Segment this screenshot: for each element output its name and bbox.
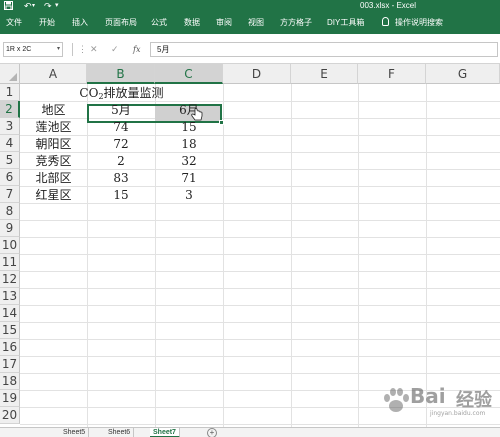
cell-a7[interactable]: 红星区 (20, 187, 87, 204)
column-header-g[interactable]: G (426, 64, 500, 84)
sheet-tab-sheet7[interactable]: Sheet7 (150, 428, 180, 437)
grid-line (20, 237, 500, 238)
row-header-4[interactable]: 4 (0, 135, 20, 152)
grid-line (20, 322, 500, 323)
column-header-a[interactable]: A (20, 64, 87, 84)
column-header-e[interactable]: E (291, 64, 358, 84)
undo-dropdown-icon[interactable]: ▾ (32, 0, 35, 12)
row-header-19[interactable]: 19 (0, 390, 20, 407)
row-header-3[interactable]: 3 (0, 118, 20, 135)
close-icon[interactable]: ✕ (90, 42, 98, 57)
undo-icon[interactable]: ↶ (24, 0, 32, 12)
tab-data[interactable]: 数据 (184, 12, 200, 34)
cell-b7[interactable]: 15 (87, 187, 155, 204)
grid-line (20, 407, 500, 408)
tab-page-layout[interactable]: 页面布局 (105, 12, 137, 34)
column-header-f[interactable]: F (358, 64, 426, 84)
grid-line (20, 220, 500, 221)
grid-line (20, 356, 500, 357)
cell-b6[interactable]: 83 (87, 170, 155, 187)
name-box[interactable]: 1R x 2C ▾ (3, 42, 63, 57)
check-icon[interactable]: ✓ (111, 42, 119, 57)
title-suffix: 排放量监测 (103, 86, 164, 100)
tab-file[interactable]: 文件 (6, 12, 22, 34)
grid-line (20, 424, 500, 425)
cell-a2[interactable]: 地区 (20, 102, 87, 119)
customize-qat-icon[interactable]: ▾ (55, 0, 59, 12)
cell-c6[interactable]: 71 (155, 170, 223, 187)
row-header-16[interactable]: 16 (0, 339, 20, 356)
formula-bar-grip-icon: ⋮ (78, 44, 87, 54)
row-header-2[interactable]: 2 (0, 101, 20, 118)
column-header-d[interactable]: D (223, 64, 291, 84)
cell-a5[interactable]: 竞秀区 (20, 153, 87, 170)
row-header-15[interactable]: 15 (0, 322, 20, 339)
sheet-tab-sheet6[interactable]: Sheet6 (105, 428, 135, 437)
grid-line (20, 390, 500, 391)
chevron-down-icon[interactable]: ▾ (57, 43, 60, 56)
column-header-b[interactable]: B (87, 64, 155, 84)
row-header-20[interactable]: 20 (0, 407, 20, 424)
row-header-1[interactable]: 1 (0, 84, 20, 101)
redo-icon[interactable]: ↷ (44, 0, 52, 12)
tab-view[interactable]: 视图 (248, 12, 264, 34)
separator (72, 43, 73, 56)
row-header-13[interactable]: 13 (0, 288, 20, 305)
grid-line (20, 254, 500, 255)
title-prefix: CO (79, 86, 99, 100)
cell-c3[interactable]: 15 (155, 119, 223, 136)
cell-c7[interactable]: 3 (155, 187, 223, 204)
tab-formulas[interactable]: 公式 (151, 12, 167, 34)
select-all-button[interactable] (0, 64, 20, 84)
row-header-17[interactable]: 17 (0, 356, 20, 373)
grid-line (20, 339, 500, 340)
cell-c5[interactable]: 32 (155, 153, 223, 170)
cell-a4[interactable]: 朝阳区 (20, 136, 87, 153)
cell-b5[interactable]: 2 (87, 153, 155, 170)
hand-cursor-icon (191, 108, 203, 121)
grid-line (20, 373, 500, 374)
cell-a3[interactable]: 莲池区 (20, 119, 87, 136)
row-header-5[interactable]: 5 (0, 152, 20, 169)
lightbulb-icon (382, 17, 389, 26)
cell-b4[interactable]: 72 (87, 136, 155, 153)
column-header-c[interactable]: C (155, 64, 223, 84)
name-box-value: 1R x 2C (6, 46, 32, 53)
tab-home[interactable]: 开始 (39, 12, 55, 34)
grid-line (20, 305, 500, 306)
sheet-tab-bar: Sheet5 Sheet6 Sheet7 + (0, 427, 500, 437)
sheet-tab-sheet5[interactable]: Sheet5 (60, 428, 90, 437)
tell-me-search[interactable]: 操作说明搜索 (395, 12, 443, 34)
tab-fangfang[interactable]: 方方格子 (280, 12, 312, 34)
grid-line (20, 288, 500, 289)
cell-b2[interactable]: 5月 (87, 102, 155, 119)
save-icon[interactable] (4, 0, 13, 12)
insert-function-button[interactable]: fx (133, 42, 140, 57)
title-cell[interactable]: CO2排放量监测 (20, 85, 223, 102)
tab-insert[interactable]: 插入 (72, 12, 88, 34)
row-header-10[interactable]: 10 (0, 237, 20, 254)
cell-b3[interactable]: 74 (87, 119, 155, 136)
row-header-9[interactable]: 9 (0, 220, 20, 237)
spreadsheet-grid[interactable]: A B C D E F G 1 2 3 4 5 6 7 8 9 10 11 12… (0, 64, 500, 427)
row-header-6[interactable]: 6 (0, 169, 20, 186)
tab-diy-toolbox[interactable]: DIY工具箱 (327, 12, 364, 34)
row-header-8[interactable]: 8 (0, 203, 20, 220)
tab-review[interactable]: 审阅 (216, 12, 232, 34)
cell-c4[interactable]: 18 (155, 136, 223, 153)
row-header-18[interactable]: 18 (0, 373, 20, 390)
formula-input[interactable]: 5月 (150, 42, 498, 57)
row-header-12[interactable]: 12 (0, 271, 20, 288)
grid-line (20, 271, 500, 272)
title-bar: ↶ ▾ ↷ ▾ 003.xlsx - Excel (0, 0, 500, 12)
ribbon-tabs: 文件 开始 插入 页面布局 公式 数据 审阅 视图 方方格子 DIY工具箱 操作… (0, 12, 500, 34)
window-title: 003.xlsx - Excel (360, 1, 417, 10)
cell-a6[interactable]: 北部区 (20, 170, 87, 187)
formula-bar: 1R x 2C ▾ ⋮ ✕ ✓ fx 5月 (0, 34, 500, 64)
cell-c2[interactable]: 6月 (155, 102, 223, 119)
row-header-7[interactable]: 7 (0, 186, 20, 203)
row-header-14[interactable]: 14 (0, 305, 20, 322)
add-sheet-icon[interactable]: + (207, 428, 217, 437)
row-header-11[interactable]: 11 (0, 254, 20, 271)
